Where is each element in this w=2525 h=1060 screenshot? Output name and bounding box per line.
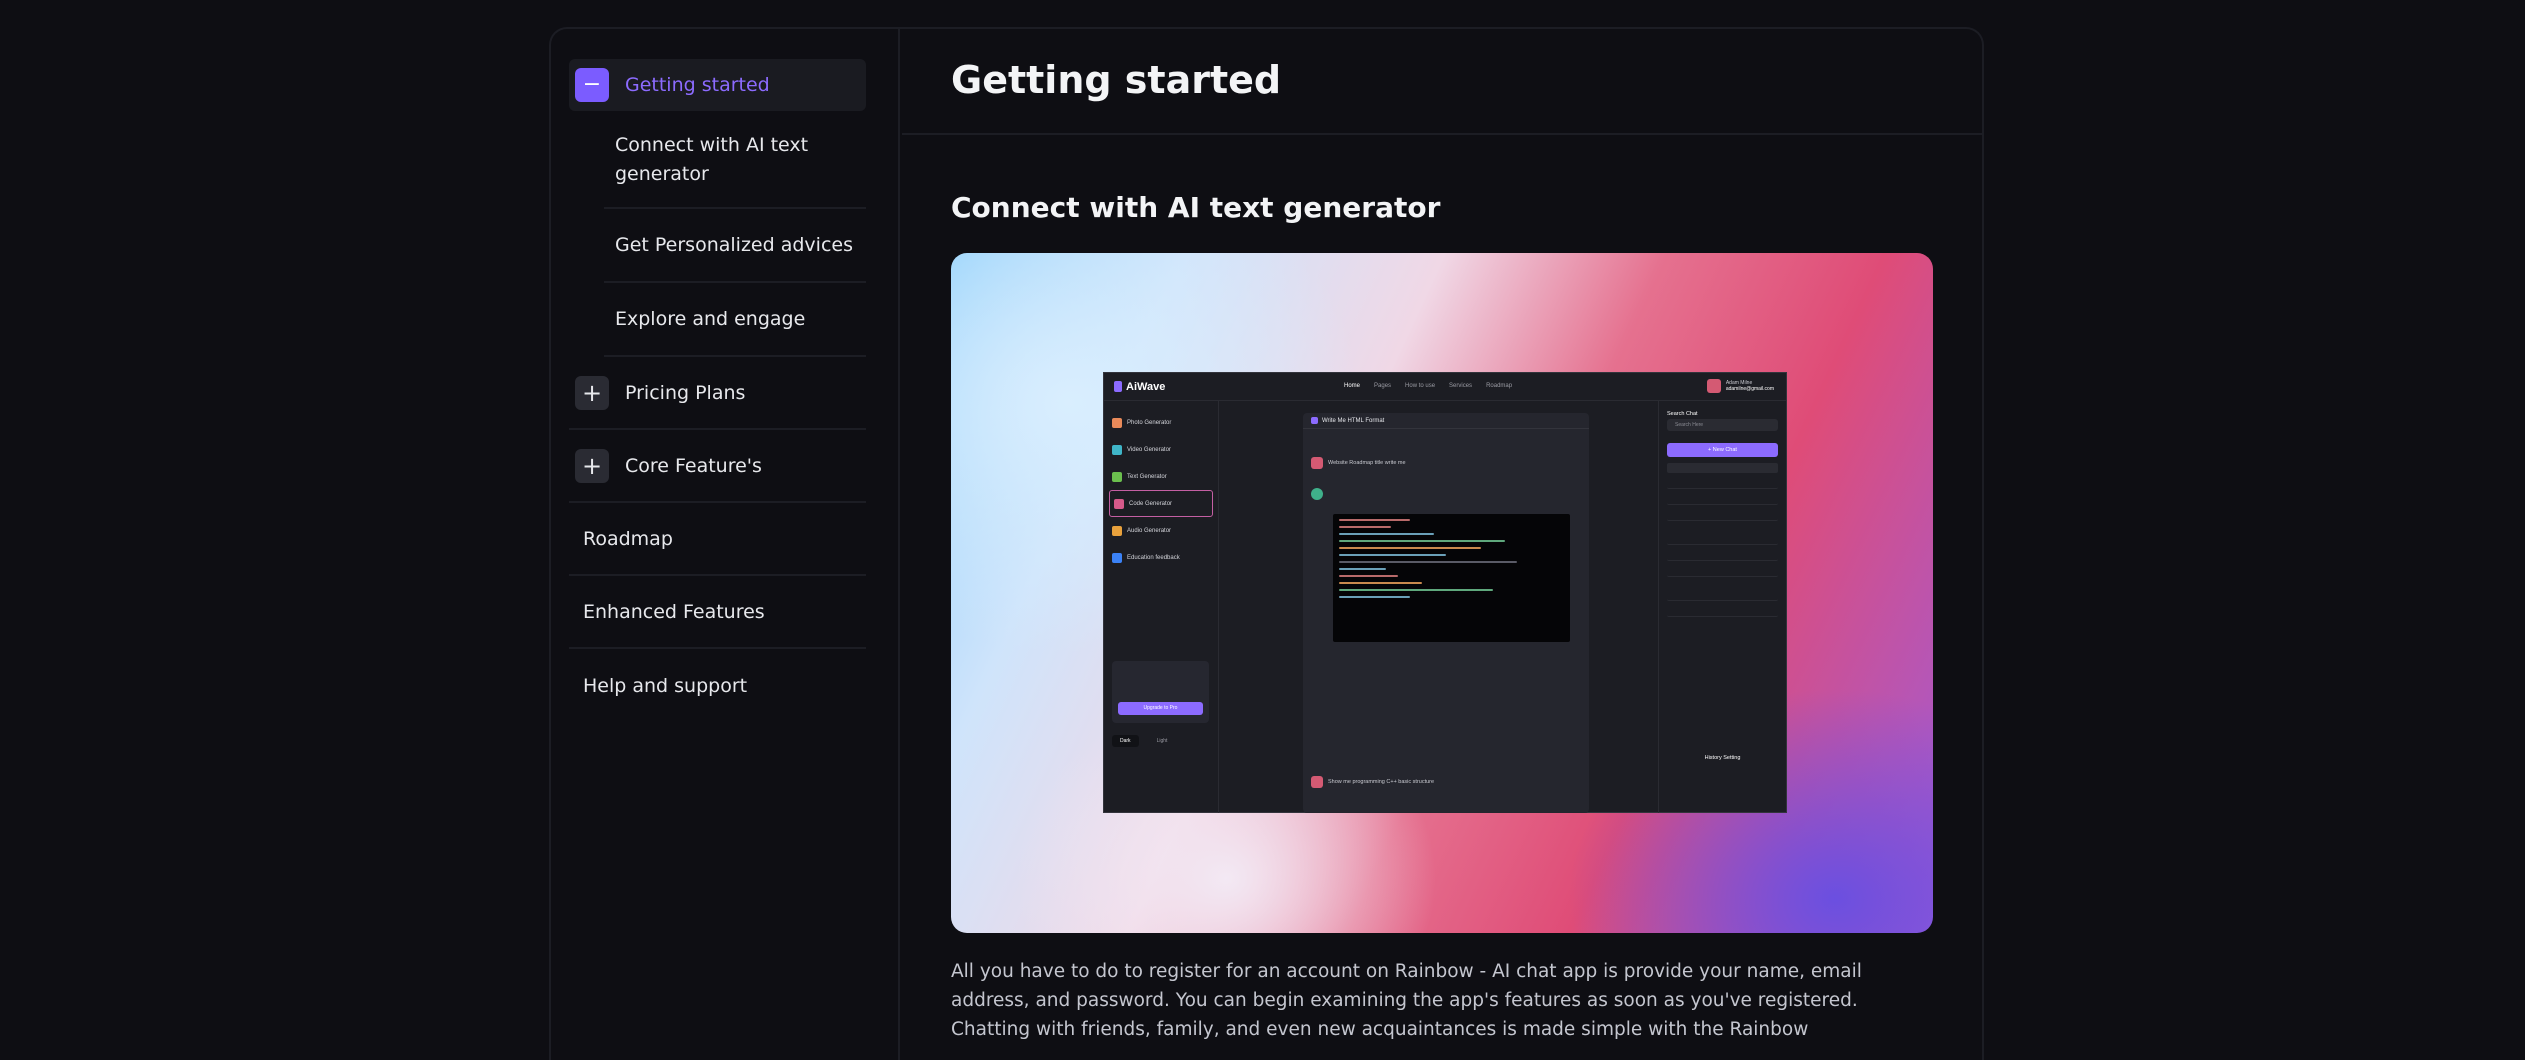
- mock-side-label: Text Generator: [1127, 473, 1167, 480]
- mock-new-chat: + New Chat: [1667, 443, 1778, 457]
- sidebar-item-label: Core Feature's: [625, 454, 762, 477]
- mock-history-setting: History Setting: [1704, 755, 1741, 761]
- mock-search-title: Search Chat: [1667, 411, 1698, 417]
- sidebar-nav: − Getting started Connect with AI text g…: [569, 59, 866, 722]
- text-icon: [1112, 471, 1122, 482]
- mock-topbar: AiWave Home Pages How to use Services Ro…: [1104, 373, 1786, 401]
- code-icon: [1114, 498, 1124, 509]
- mock-logo: AiWave: [1114, 381, 1165, 393]
- mock-message: Website Roadmap title write me: [1311, 457, 1406, 469]
- mock-nav-item: Roadmap: [1486, 383, 1513, 389]
- mock-user-email: adamilne@gmail.com: [1725, 386, 1774, 392]
- sidebar-item-pricing-plans[interactable]: + Pricing Plans: [569, 357, 866, 430]
- mock-logo-text: AiWave: [1126, 380, 1166, 393]
- avatar: [1311, 776, 1323, 788]
- mock-dark: Dark: [1112, 735, 1139, 747]
- sidebar-subitem-label: Get Personalized advices: [615, 233, 853, 256]
- bot-avatar: [1311, 488, 1323, 500]
- video-icon: [1112, 444, 1122, 455]
- mock-new-chat-label: + New Chat: [1708, 447, 1737, 453]
- mock-side-item: Photo Generator: [1104, 409, 1218, 436]
- mock-nav-item: How to use: [1405, 383, 1436, 389]
- mock-history-item: [1667, 535, 1778, 545]
- mock-side-item: Code Generator: [1109, 490, 1213, 517]
- expand-icon[interactable]: +: [575, 448, 609, 483]
- mock-sidebar: Photo Generator Video Generator Text Gen…: [1104, 401, 1219, 813]
- sidebar-subitem-label: Connect with AI text generator: [615, 134, 809, 185]
- mock-side-label: Video Generator: [1127, 446, 1171, 453]
- mock-history-item: [1667, 479, 1778, 489]
- mock-light: Light: [1156, 738, 1168, 744]
- education-icon: [1112, 552, 1122, 563]
- sidebar-subitem-explore-engage[interactable]: Explore and engage: [604, 283, 866, 357]
- sidebar-subitem-personalized-advices[interactable]: Get Personalized advices: [604, 209, 866, 283]
- mock-prompt: Show me programming C++ basic structure: [1328, 779, 1435, 785]
- mock-history-item: [1667, 495, 1778, 505]
- mock-message: [1311, 488, 1323, 500]
- section-description: All you have to do to register for an ac…: [951, 961, 1862, 1040]
- sidebar-item-getting-started[interactable]: − Getting started: [569, 59, 866, 111]
- mock-nav: Home Pages How to use Services Roadmap: [1344, 383, 1512, 389]
- mock-side-item: Audio Generator: [1104, 517, 1218, 544]
- mock-side-label: Photo Generator: [1127, 419, 1172, 426]
- mock-chat-title: Write Me HTML Format: [1322, 417, 1385, 424]
- sidebar-item-help-support[interactable]: Help and support: [569, 649, 866, 722]
- mock-side-label: Audio Generator: [1127, 527, 1172, 534]
- mock-history-item: [1667, 463, 1778, 473]
- sidebar-item-core-features[interactable]: + Core Feature's: [569, 430, 866, 503]
- mock-history-item: [1667, 591, 1778, 601]
- main-content: Getting started Connect with AI text gen…: [902, 27, 1984, 1060]
- mock-code-block: [1333, 514, 1570, 642]
- mock-nav-item: Home: [1344, 383, 1361, 389]
- photo-icon: [1112, 417, 1122, 428]
- avatar: [1706, 379, 1721, 393]
- collapse-icon[interactable]: −: [575, 68, 609, 102]
- mock-user: Adam Milne adamilne@gmail.com: [1706, 379, 1774, 393]
- mock-nav-item: Pages: [1374, 383, 1392, 389]
- sidebar-item-label: Roadmap: [583, 527, 673, 550]
- mock-upgrade-button: Upgrade to Pro: [1118, 702, 1203, 715]
- logo-icon: [1114, 381, 1122, 392]
- mock-prompt: Website Roadmap title write me: [1328, 460, 1406, 466]
- hero-image: AiWave Home Pages How to use Services Ro…: [951, 253, 1933, 933]
- mock-side-label: Code Generator: [1129, 500, 1173, 507]
- sidebar: − Getting started Connect with AI text g…: [549, 27, 900, 1060]
- mock-message: Show me programming C++ basic structure: [1311, 776, 1434, 788]
- sidebar-item-label: Getting started: [625, 74, 770, 96]
- page-header: Getting started: [902, 27, 1984, 135]
- mock-history-item: [1667, 551, 1778, 561]
- sidebar-item-roadmap[interactable]: Roadmap: [569, 503, 866, 576]
- mock-chat-header: Write Me HTML Format: [1303, 413, 1589, 429]
- sidebar-subitem-connect-ai[interactable]: Connect with AI text generator: [604, 113, 866, 209]
- sidebar-item-enhanced-features[interactable]: Enhanced Features: [569, 576, 866, 649]
- expand-icon[interactable]: +: [575, 375, 609, 410]
- mock-side-item: Education feedback: [1104, 544, 1218, 571]
- sidebar-item-label: Enhanced Features: [583, 600, 765, 623]
- sidebar-item-label: Help and support: [583, 674, 748, 697]
- mock-history-item: [1667, 567, 1778, 577]
- mock-nav-item: Services: [1449, 383, 1473, 389]
- sidebar-subitem-label: Explore and engage: [615, 307, 806, 330]
- mock-search-placeholder: Search Here: [1675, 422, 1704, 428]
- section-title: Connect with AI text generator: [951, 191, 1441, 224]
- page-title: Getting started: [951, 58, 1282, 102]
- sidebar-item-label: Pricing Plans: [625, 381, 746, 404]
- mock-upgrade-label: Upgrade to Pro: [1143, 705, 1178, 711]
- mock-side-item: Video Generator: [1104, 436, 1218, 463]
- mock-upgrade-card: Upgrade to Pro: [1112, 661, 1209, 723]
- mock-theme-switch: Dark Light: [1112, 735, 1167, 747]
- audio-icon: [1112, 525, 1122, 536]
- mock-chat: Write Me HTML Format Website Roadmap tit…: [1303, 413, 1589, 813]
- mock-history-panel: Search Chat Search Here + New Chat Histo…: [1658, 401, 1786, 813]
- mock-search: Search Here: [1667, 419, 1778, 431]
- mock-side-item: Text Generator: [1104, 463, 1218, 490]
- mock-history-item: [1667, 607, 1778, 617]
- mock-history-item: [1667, 511, 1778, 521]
- app-screenshot: AiWave Home Pages How to use Services Ro…: [1103, 372, 1787, 813]
- chat-icon: [1311, 417, 1318, 424]
- mock-side-label: Education feedback: [1127, 554, 1180, 561]
- avatar: [1311, 457, 1323, 469]
